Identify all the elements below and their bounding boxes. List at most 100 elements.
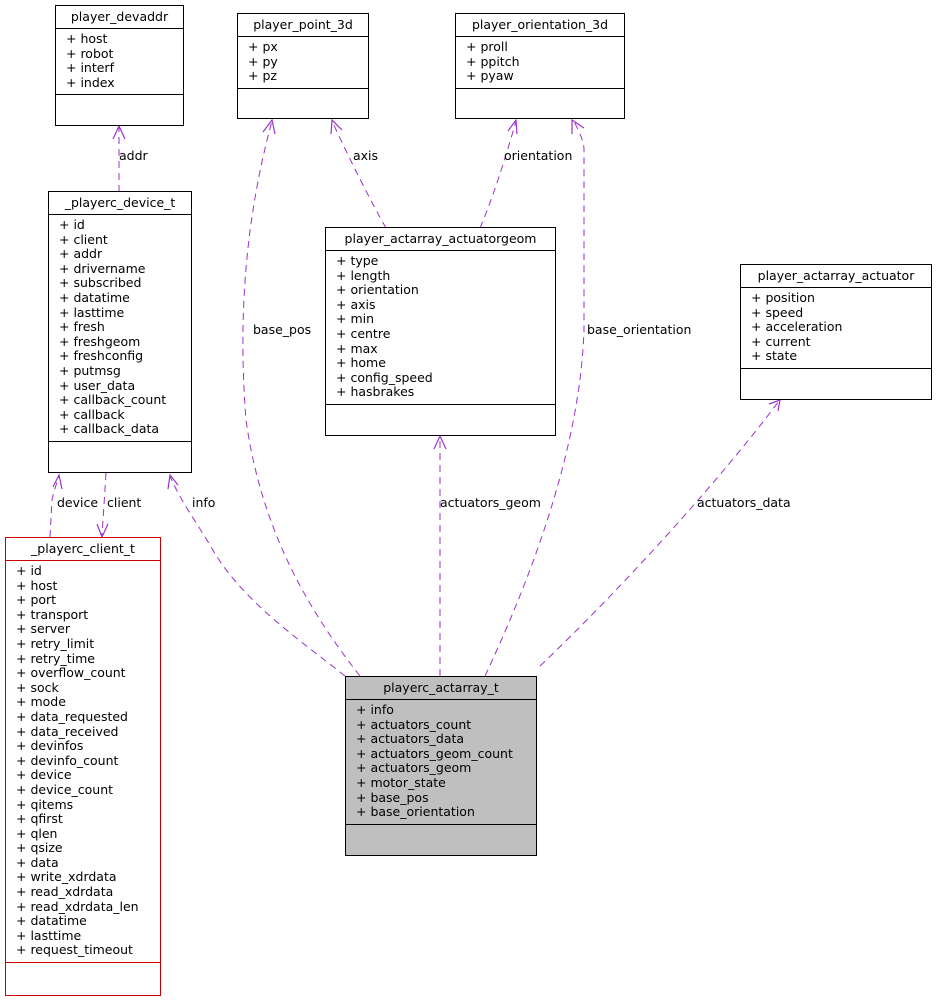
attribute-list: + info + actuators_count + actuators_dat… <box>346 700 536 825</box>
edge-label-axis: axis <box>353 148 379 163</box>
operations-section <box>456 89 624 113</box>
class-player-point-3d[interactable]: player_point_3d + px + py + pz <box>237 13 369 119</box>
attribute: + server <box>16 621 71 637</box>
edge-actuators-data <box>539 400 780 667</box>
class-player-devaddr[interactable]: player_devaddr + host + robot + interf +… <box>55 5 184 126</box>
attribute: + pz <box>248 68 277 84</box>
attribute: + fresh <box>59 319 105 335</box>
class-name: player_devaddr <box>56 6 183 29</box>
attribute: + host <box>66 31 108 46</box>
attribute: + data_received <box>16 723 119 739</box>
attribute: + base_orientation <box>356 804 475 820</box>
attribute: + sock <box>16 679 59 695</box>
attribute: + devinfo_count <box>16 752 119 768</box>
attribute: + read_xdrdata_len <box>16 898 139 914</box>
attribute-list: + proll + ppitch + pyaw <box>456 37 624 89</box>
attribute: + acceleration <box>751 319 843 335</box>
edge-label-addr: addr <box>119 148 148 163</box>
attribute: + transport <box>16 606 89 622</box>
attribute: + devinfos <box>16 738 84 754</box>
attribute: + proll <box>466 39 508 54</box>
arrowhead-actuators-data <box>768 399 781 412</box>
class-player-actarray-actuatorgeom[interactable]: player_actarray_actuatorgeom + type + le… <box>325 227 556 436</box>
attribute: + request_timeout <box>16 942 133 958</box>
attribute-list: + host + robot + interf + index <box>56 29 183 96</box>
attribute: + freshconfig <box>59 348 144 364</box>
attribute: + qitems <box>16 796 74 812</box>
edge-client <box>101 472 107 536</box>
attribute: + axis <box>336 296 376 312</box>
attribute: + putmsg <box>59 362 121 378</box>
attribute: + data <box>16 854 59 870</box>
operations-section <box>326 405 555 429</box>
arrowhead-device <box>52 473 63 490</box>
attribute: + config_speed <box>336 369 433 385</box>
attribute: + read_xdrdata <box>16 884 114 900</box>
attribute: + robot <box>66 45 114 61</box>
edge-label-orientation: orientation <box>504 148 573 163</box>
attribute: + type <box>336 253 379 268</box>
attribute: + lasttime <box>16 927 82 943</box>
class-playerc-device-t[interactable]: _playerc_device_t + id + client + addr +… <box>48 191 192 473</box>
attribute: + actuators_geom <box>356 760 472 776</box>
edge-label-client: client <box>107 495 142 510</box>
operations-section <box>741 369 931 393</box>
attribute: + qfirst <box>16 811 63 827</box>
attribute: + port <box>16 592 57 608</box>
attribute: + host <box>16 577 58 593</box>
attribute: + subscribed <box>59 275 142 291</box>
arrowhead-base-pos <box>262 118 276 135</box>
arrowhead-base-orientation <box>571 118 585 134</box>
edge-label-info: info <box>192 495 216 510</box>
attribute-list: + px + py + pz <box>238 37 368 89</box>
attribute: + motor_state <box>356 774 446 790</box>
attribute: + id <box>16 563 42 578</box>
attribute: + freshgeom <box>59 333 141 349</box>
attribute: + write_xdrdata <box>16 869 117 885</box>
class-name: player_point_3d <box>238 14 368 37</box>
arrowhead-info <box>167 473 179 490</box>
edge-label-base-orientation: base_orientation <box>587 322 692 337</box>
attribute: + speed <box>751 304 804 320</box>
operations-section <box>56 95 183 119</box>
attribute-list: + position + speed + acceleration + curr… <box>741 288 931 369</box>
class-playerc-actarray-t[interactable]: playerc_actarray_t + info + actuators_co… <box>345 676 537 856</box>
attribute: + lasttime <box>59 304 125 320</box>
attribute: + centre <box>336 325 391 341</box>
attribute: + info <box>356 702 394 717</box>
attribute: + base_pos <box>356 789 429 805</box>
attribute: + py <box>248 53 278 69</box>
attribute: + device_count <box>16 781 114 797</box>
attribute: + interf <box>66 60 114 76</box>
class-playerc-client-t[interactable]: _playerc_client_t + id + host + port + t… <box>5 537 161 996</box>
class-name: player_actarray_actuator <box>741 265 931 288</box>
attribute: + state <box>751 348 798 364</box>
attribute: + actuators_count <box>356 716 472 732</box>
edge-label-base-pos: base_pos <box>253 322 312 337</box>
attribute: + callback_count <box>59 392 167 408</box>
operations-section <box>238 89 368 113</box>
attribute: + callback_data <box>59 421 160 437</box>
attribute: + actuators_geom_count <box>356 745 513 761</box>
class-player-orientation-3d[interactable]: player_orientation_3d + proll + ppitch +… <box>455 13 625 119</box>
attribute: + user_data <box>59 377 136 393</box>
attribute: + qsize <box>16 840 63 856</box>
attribute: + actuators_data <box>356 731 465 747</box>
attribute: + min <box>336 311 375 327</box>
operations-section <box>49 442 191 466</box>
attribute: + callback <box>59 406 125 422</box>
attribute: + pyaw <box>466 68 514 84</box>
edge-orientation <box>479 120 517 229</box>
attribute-list: + id + host + port + transport + server … <box>6 561 160 964</box>
arrowhead-axis <box>330 118 343 135</box>
edge-axis <box>331 120 387 229</box>
attribute: + ppitch <box>466 53 520 69</box>
attribute: + px <box>248 39 278 54</box>
attribute: + orientation <box>336 282 419 298</box>
edge-label-actuators-geom: actuators_geom <box>440 495 541 510</box>
class-player-actarray-actuator[interactable]: player_actarray_actuator + position + sp… <box>740 264 932 400</box>
attribute: + retry_time <box>16 650 95 666</box>
attribute: + datatime <box>59 289 130 305</box>
attribute: + drivername <box>59 260 146 276</box>
attribute: + mode <box>16 694 66 710</box>
